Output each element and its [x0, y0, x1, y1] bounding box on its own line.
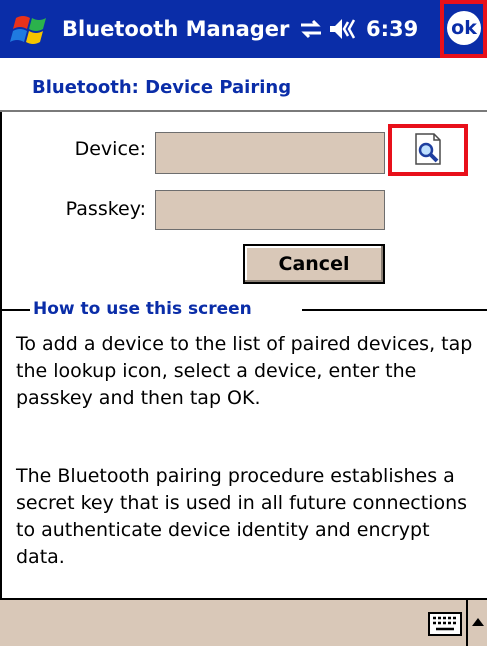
cancel-label: Cancel [278, 253, 350, 275]
help-paragraph-1: To add a device to the list of paired de… [16, 333, 473, 409]
connectivity-arrows-icon[interactable] [298, 17, 324, 41]
left-border [0, 112, 2, 598]
device-field[interactable] [155, 132, 385, 174]
passkey-label: Passkey: [65, 198, 146, 220]
windows-flag-icon[interactable] [10, 10, 52, 48]
lookup-highlight [388, 124, 468, 176]
group-divider-left [0, 309, 30, 311]
help-heading: How to use this screen [33, 299, 252, 319]
ok-button[interactable]: ok [447, 11, 481, 45]
speaker-icon[interactable] [328, 16, 362, 42]
ok-label: ok [451, 17, 477, 39]
help-paragraph-2: The Bluetooth pairing procedure establis… [16, 465, 468, 568]
page-header: Bluetooth: Device Pairing [0, 58, 487, 112]
title-bar: Bluetooth Manager 6:39 ok [0, 0, 487, 58]
app-title: Bluetooth Manager [62, 17, 290, 41]
page-title: Bluetooth: Device Pairing [32, 77, 292, 98]
clock[interactable]: 6:39 [366, 0, 418, 58]
menu-bar [0, 598, 487, 646]
cancel-button[interactable]: Cancel [243, 244, 385, 284]
up-arrow-icon[interactable] [466, 600, 487, 646]
lookup-icon[interactable] [398, 130, 458, 170]
passkey-field[interactable] [155, 190, 385, 230]
keyboard-icon[interactable] [428, 612, 462, 636]
ok-highlight: ok [440, 0, 487, 58]
device-label: Device: [74, 138, 146, 160]
group-divider-right [302, 309, 487, 311]
